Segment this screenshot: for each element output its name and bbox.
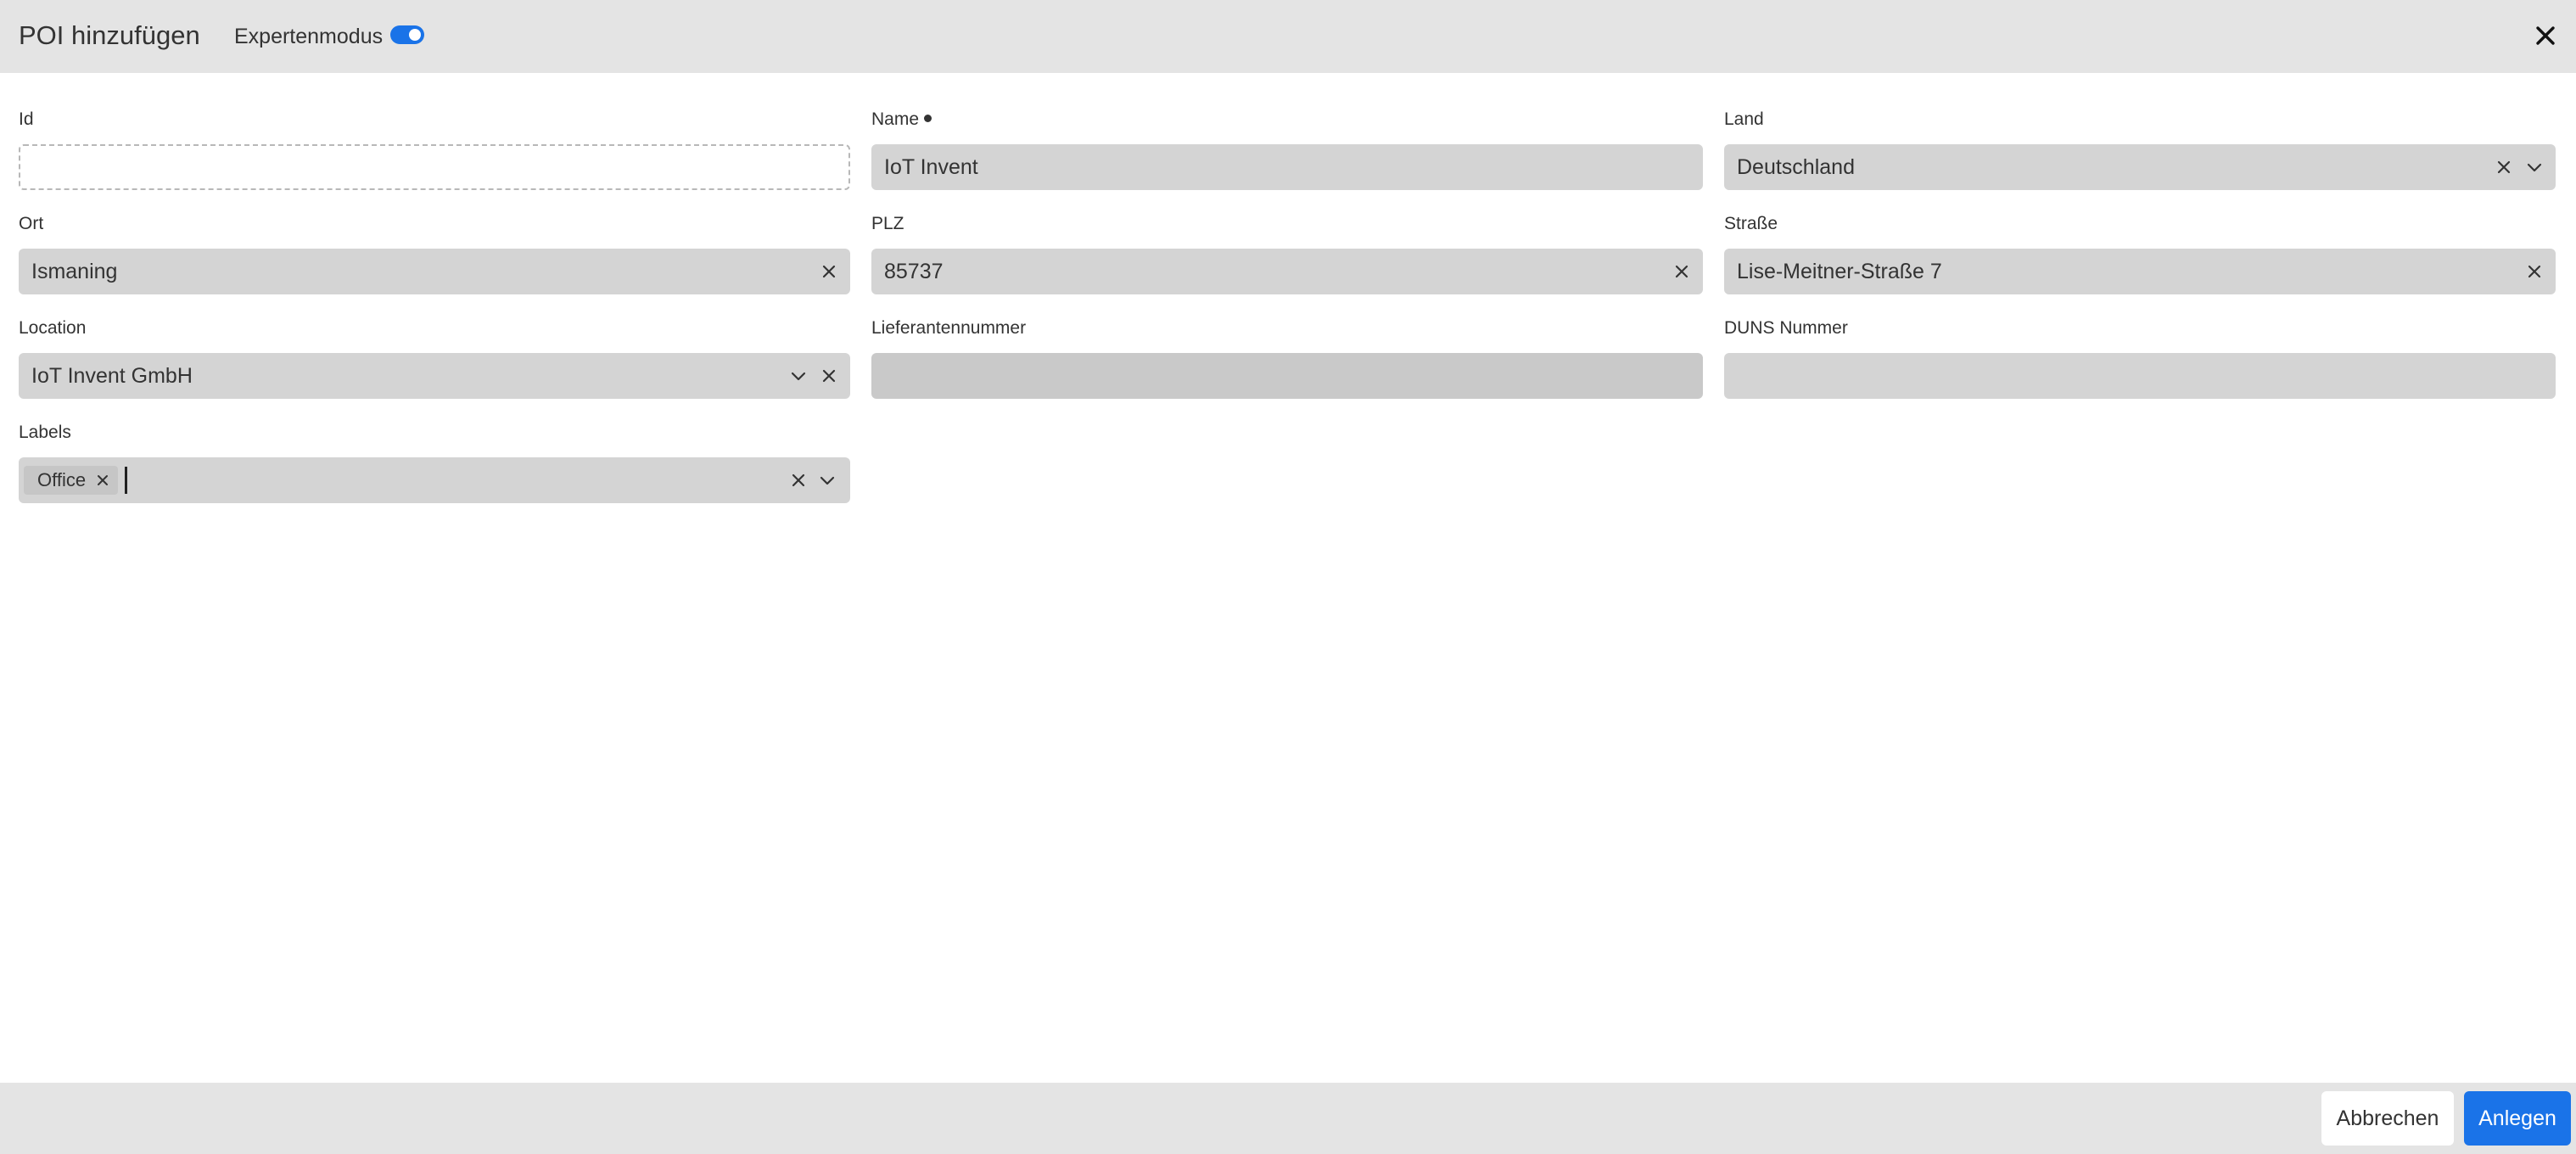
ort-input[interactable]: Ismaning <box>19 249 850 294</box>
dialog-footer <box>0 1083 2576 1154</box>
cancel-button[interactable]: Abbrechen <box>2321 1091 2454 1146</box>
dialog-title: POI hinzufügen <box>19 20 200 50</box>
duns-label: DUNS Nummer <box>1724 318 1848 338</box>
plz-clear-button[interactable] <box>1671 260 1693 283</box>
location-label: Location <box>19 318 87 338</box>
lieferantennummer-input[interactable] <box>871 353 1703 399</box>
close-icon <box>2536 26 2555 45</box>
lieferantennummer-label: Lieferantennummer <box>871 318 1027 338</box>
location-icons <box>787 353 840 399</box>
location-select[interactable]: IoT Invent GmbH <box>19 353 850 399</box>
chevron-down-icon <box>820 476 835 485</box>
location-clear-button[interactable] <box>818 365 840 387</box>
plz-label: PLZ <box>871 214 904 233</box>
plz-icons <box>1671 249 1693 294</box>
name-input[interactable]: IoT Invent <box>871 144 1703 190</box>
labels-label: Labels <box>19 423 71 442</box>
chevron-down-icon <box>791 372 806 381</box>
labels-multiselect[interactable]: Office <box>19 457 850 503</box>
ort-label: Ort <box>19 214 44 233</box>
land-label: Land <box>1724 109 1764 129</box>
toggle-knob <box>409 29 421 41</box>
clear-icon <box>792 473 805 487</box>
label-chip: Office <box>24 466 119 495</box>
location-dropdown-button[interactable] <box>787 365 809 387</box>
dialog-header: POI hinzufügen Expertenmodus <box>0 0 2576 73</box>
strasse-clear-button[interactable] <box>2523 260 2545 283</box>
clear-icon <box>822 265 836 278</box>
strasse-icons <box>2523 249 2545 294</box>
name-value: IoT Invent <box>884 154 978 179</box>
expert-mode-toggle[interactable] <box>390 25 424 44</box>
clear-icon <box>822 369 836 383</box>
clear-icon <box>2497 160 2511 174</box>
create-button[interactable]: Anlegen <box>2464 1091 2571 1146</box>
plz-input[interactable]: 85737 <box>871 249 1703 294</box>
strasse-value: Lise-Meitner-Straße 7 <box>1737 259 1942 283</box>
land-icons <box>2493 144 2545 190</box>
land-dropdown-button[interactable] <box>2523 156 2545 178</box>
close-icon <box>98 475 109 485</box>
chevron-down-icon <box>2527 163 2542 172</box>
add-poi-dialog: POI hinzufügen Expertenmodus Id Name IoT… <box>0 0 2576 1154</box>
close-button[interactable] <box>2530 20 2561 51</box>
ort-icons <box>818 249 840 294</box>
text-cursor <box>125 467 128 494</box>
labels-clear-button[interactable] <box>787 469 809 491</box>
land-clear-button[interactable] <box>2493 156 2515 178</box>
id-input[interactable] <box>19 144 850 190</box>
ort-value: Ismaning <box>31 259 118 283</box>
labels-icons <box>787 457 838 503</box>
strasse-input[interactable]: Lise-Meitner-Straße 7 <box>1724 249 2556 294</box>
clear-icon <box>2528 265 2541 278</box>
required-indicator <box>924 115 932 122</box>
name-label: Name <box>871 109 932 131</box>
name-label-text: Name <box>871 109 920 129</box>
label-chip-text: Office <box>37 469 87 490</box>
land-select[interactable]: Deutschland <box>1724 144 2556 190</box>
clear-icon <box>1675 265 1688 278</box>
duns-input[interactable] <box>1724 353 2556 399</box>
labels-dropdown-button[interactable] <box>816 469 838 491</box>
land-value: Deutschland <box>1737 154 1855 179</box>
id-label: Id <box>19 109 34 129</box>
strasse-label: Straße <box>1724 214 1778 233</box>
chip-remove-button[interactable] <box>96 473 109 487</box>
ort-clear-button[interactable] <box>818 260 840 283</box>
plz-value: 85737 <box>884 259 944 283</box>
location-value: IoT Invent GmbH <box>31 363 193 388</box>
expert-mode-label: Expertenmodus <box>234 25 384 48</box>
